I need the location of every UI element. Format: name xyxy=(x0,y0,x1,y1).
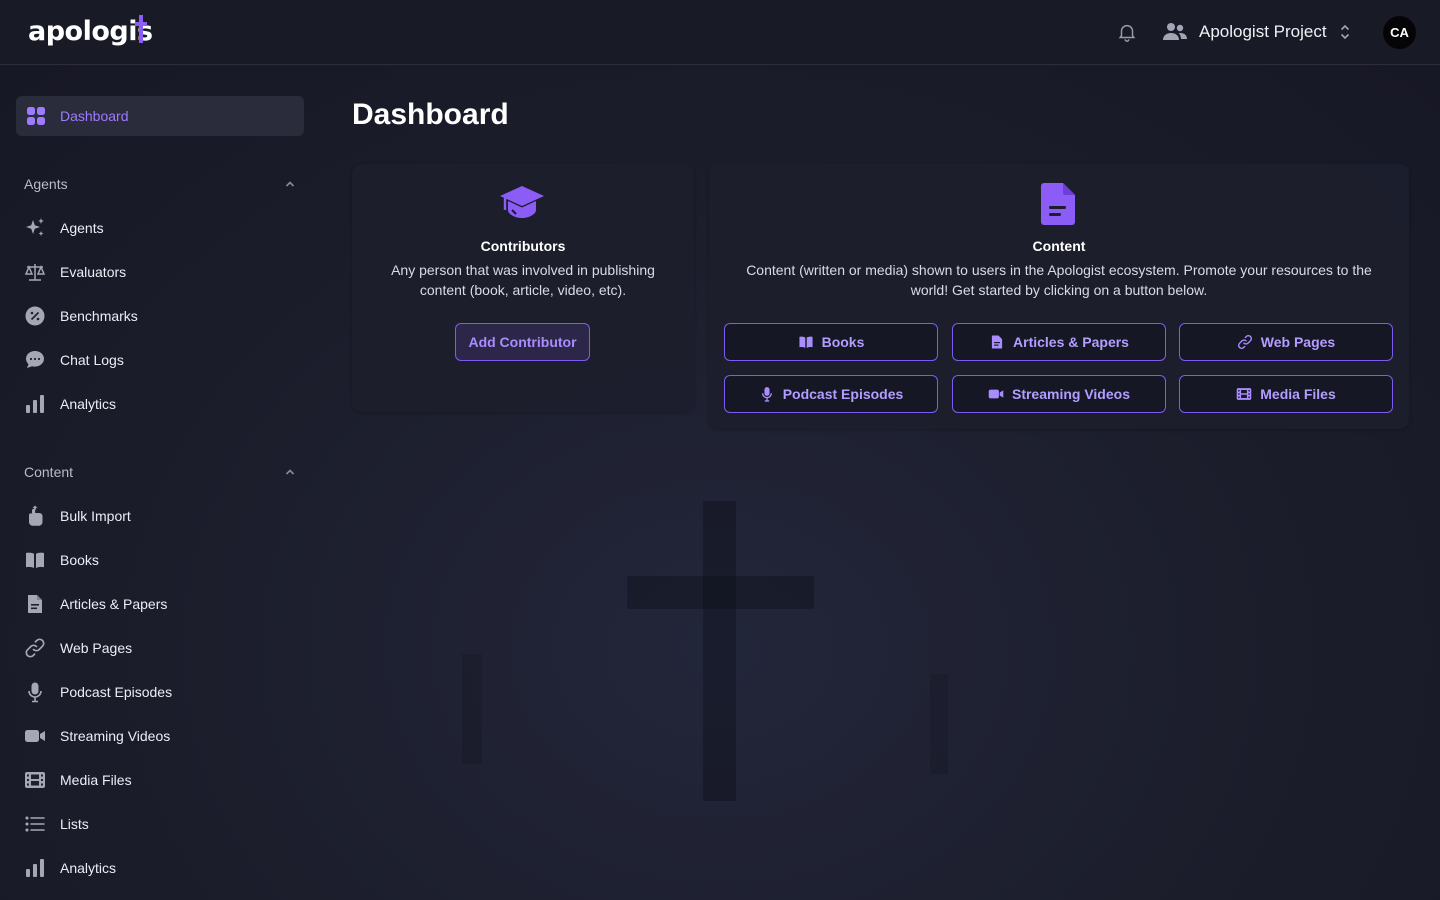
graduation-cap-icon xyxy=(500,186,544,218)
sidebar-item-books[interactable]: Books xyxy=(24,544,296,576)
grid-icon xyxy=(27,107,45,125)
sidebar-item-benchmarks[interactable]: Benchmarks xyxy=(24,300,296,332)
sidebar-item-label: Analytics xyxy=(60,396,117,412)
sidebar-item-label: Benchmarks xyxy=(60,308,138,324)
button-label: Streaming Videos xyxy=(1011,386,1130,402)
hand-upload-icon xyxy=(24,505,46,527)
sidebar-item-label: Streaming Videos xyxy=(60,728,171,744)
sidebar-item-label: Bulk Import xyxy=(60,508,131,524)
podcast-episodes-button[interactable]: Podcast Episodes xyxy=(724,375,938,413)
card-title: Content xyxy=(1032,238,1086,254)
film-icon xyxy=(24,769,46,791)
chat-bubble-icon xyxy=(24,349,46,371)
section-header-content[interactable]: Content xyxy=(24,462,296,482)
list-icon xyxy=(24,813,46,835)
button-label: Podcast Episodes xyxy=(782,386,904,402)
badge-percent-icon xyxy=(24,305,46,327)
sidebar-item-label: Web Pages xyxy=(60,640,133,656)
sidebar-item-label: Media Files xyxy=(60,772,132,788)
sidebar-item-content-analytics[interactable]: Analytics xyxy=(24,852,296,884)
sidebar-item-label: Articles & Papers xyxy=(60,596,168,612)
microphone-icon xyxy=(24,681,46,703)
users-icon xyxy=(1163,23,1187,40)
sidebar-item-analytics[interactable]: Analytics xyxy=(24,388,296,420)
logo-cross-icon xyxy=(135,15,147,43)
sidebar-item-podcast-episodes[interactable]: Podcast Episodes xyxy=(24,676,296,708)
add-contributor-button[interactable]: Add Contributor xyxy=(455,323,590,361)
sidebar-item-bulk-import[interactable]: Bulk Import xyxy=(24,500,296,532)
sidebar-item-lists[interactable]: Lists xyxy=(24,808,296,840)
web-pages-button[interactable]: Web Pages xyxy=(1179,323,1393,361)
card-description: Any person that was involved in publishi… xyxy=(391,262,655,298)
sparkles-icon xyxy=(24,217,46,239)
sidebar-item-articles-papers[interactable]: Articles & Papers xyxy=(24,588,296,620)
streaming-videos-button[interactable]: Streaming Videos xyxy=(952,375,1166,413)
bell-icon[interactable] xyxy=(1116,21,1138,43)
bar-chart-icon xyxy=(24,857,46,879)
video-camera-icon xyxy=(988,389,1004,399)
sidebar-item-label: Chat Logs xyxy=(60,352,124,368)
sidebar-item-label: Podcast Episodes xyxy=(60,684,173,700)
sidebar-item-dashboard[interactable]: Dashboard xyxy=(16,96,304,136)
articles-papers-button[interactable]: Articles & Papers xyxy=(952,323,1166,361)
button-label: Media Files xyxy=(1260,386,1336,402)
chevron-up-icon xyxy=(285,469,295,475)
sidebar-item-chat-logs[interactable]: Chat Logs xyxy=(24,344,296,376)
media-files-button[interactable]: Media Files xyxy=(1179,375,1393,413)
video-camera-icon xyxy=(24,725,46,747)
link-icon xyxy=(1237,335,1252,349)
sidebar-item-label: Analytics xyxy=(60,860,117,876)
scale-icon xyxy=(24,261,46,283)
button-label: Articles & Papers xyxy=(1013,334,1129,350)
user-avatar[interactable]: CA xyxy=(1383,16,1416,49)
apologist-logo[interactable]: apologis xyxy=(28,14,153,50)
button-label: Books xyxy=(821,334,865,350)
section-header-agents[interactable]: Agents xyxy=(24,174,296,194)
document-icon xyxy=(1041,183,1075,225)
project-name: Apologist Project xyxy=(1199,22,1327,41)
sidebar-item-media-files[interactable]: Media Files xyxy=(24,764,296,796)
sidebar-item-label: Agents xyxy=(60,220,104,236)
content-card: Content Content (written or media) shown… xyxy=(709,164,1409,429)
cross-silhouette-small xyxy=(462,654,482,764)
cross-silhouette-bar xyxy=(627,576,814,609)
sidebar-item-web-pages[interactable]: Web Pages xyxy=(24,632,296,664)
sidebar-item-streaming-videos[interactable]: Streaming Videos xyxy=(24,720,296,752)
film-icon xyxy=(1236,388,1252,400)
card-description: Content (written or media) shown to user… xyxy=(746,262,1372,298)
sidebar-item-label: Evaluators xyxy=(60,264,127,280)
sidebar-item-label: Lists xyxy=(60,816,89,832)
microphone-icon xyxy=(761,387,772,402)
bar-chart-icon xyxy=(24,393,46,415)
logo-text: apologis xyxy=(28,16,153,47)
sidebar-item-label: Books xyxy=(60,552,99,568)
chevron-up-icon xyxy=(285,181,295,187)
sidebar-item-agents[interactable]: Agents xyxy=(24,212,296,244)
book-open-icon xyxy=(799,336,813,348)
link-icon xyxy=(24,637,46,659)
sidebar-item-label: Dashboard xyxy=(60,108,129,124)
contributors-card: Contributors Any person that was involve… xyxy=(352,164,694,412)
cross-silhouette xyxy=(703,501,736,801)
project-switcher[interactable]: Apologist Project xyxy=(1162,16,1351,48)
button-label: Web Pages xyxy=(1260,334,1336,350)
top-header: apologis Apologist Project CA xyxy=(0,0,1440,65)
chevron-up-down-icon xyxy=(1340,24,1349,40)
cross-silhouette-small xyxy=(930,674,948,774)
document-icon xyxy=(991,335,1003,349)
page-title: Dashboard xyxy=(352,98,509,131)
card-title: Contributors xyxy=(480,238,566,254)
sidebar-item-evaluators[interactable]: Evaluators xyxy=(24,256,296,288)
sidebar: Dashboard Agents Agents Evaluators Bench… xyxy=(0,65,320,900)
section-title: Content xyxy=(24,464,74,480)
document-icon xyxy=(24,593,46,615)
book-open-icon xyxy=(24,549,46,571)
books-button[interactable]: Books xyxy=(724,323,938,361)
section-title: Agents xyxy=(24,176,68,192)
